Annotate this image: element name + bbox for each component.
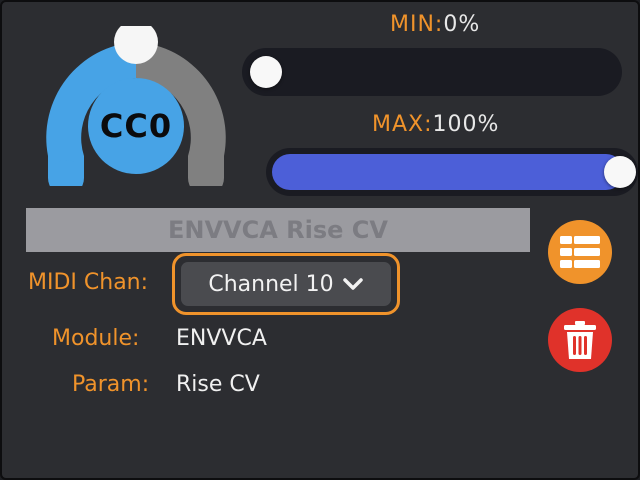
chevron-down-icon	[342, 278, 363, 290]
min-slider[interactable]	[242, 48, 622, 96]
min-slider-thumb[interactable]	[250, 56, 282, 88]
max-slider[interactable]	[266, 148, 638, 196]
midi-channel-value: Channel 10	[208, 271, 334, 297]
midi-channel-select-body[interactable]: Channel 10	[181, 262, 391, 306]
max-slider-thumb[interactable]	[604, 156, 636, 188]
min-key: MIN:	[390, 12, 444, 37]
min-label: MIN:0%	[390, 12, 480, 37]
trash-icon	[564, 321, 596, 359]
midi-chan-label: MIDI Chan:	[28, 270, 149, 295]
param-title-bar: ENVVCA Rise CV	[26, 208, 530, 252]
cc-knob[interactable]: CC0	[24, 26, 248, 186]
max-value: 100%	[432, 112, 500, 137]
max-key: MAX:	[372, 112, 433, 137]
delete-button[interactable]	[548, 308, 612, 372]
param-value: Rise CV	[176, 372, 260, 397]
list-button[interactable]	[548, 220, 612, 284]
midi-channel-select[interactable]: Channel 10	[172, 253, 400, 315]
list-icon	[560, 236, 600, 268]
module-value: ENVVCA	[176, 326, 267, 351]
max-label: MAX:100%	[372, 112, 499, 137]
max-slider-fill	[272, 154, 624, 190]
midi-mapping-panel: CC0 MIN:0% MAX:100% ENVVCA Rise CV MIDI …	[0, 0, 640, 480]
module-label: Module:	[52, 326, 140, 351]
cc-number-label: CC0	[99, 107, 173, 145]
min-value: 0%	[443, 12, 481, 37]
param-label: Param:	[72, 372, 150, 397]
